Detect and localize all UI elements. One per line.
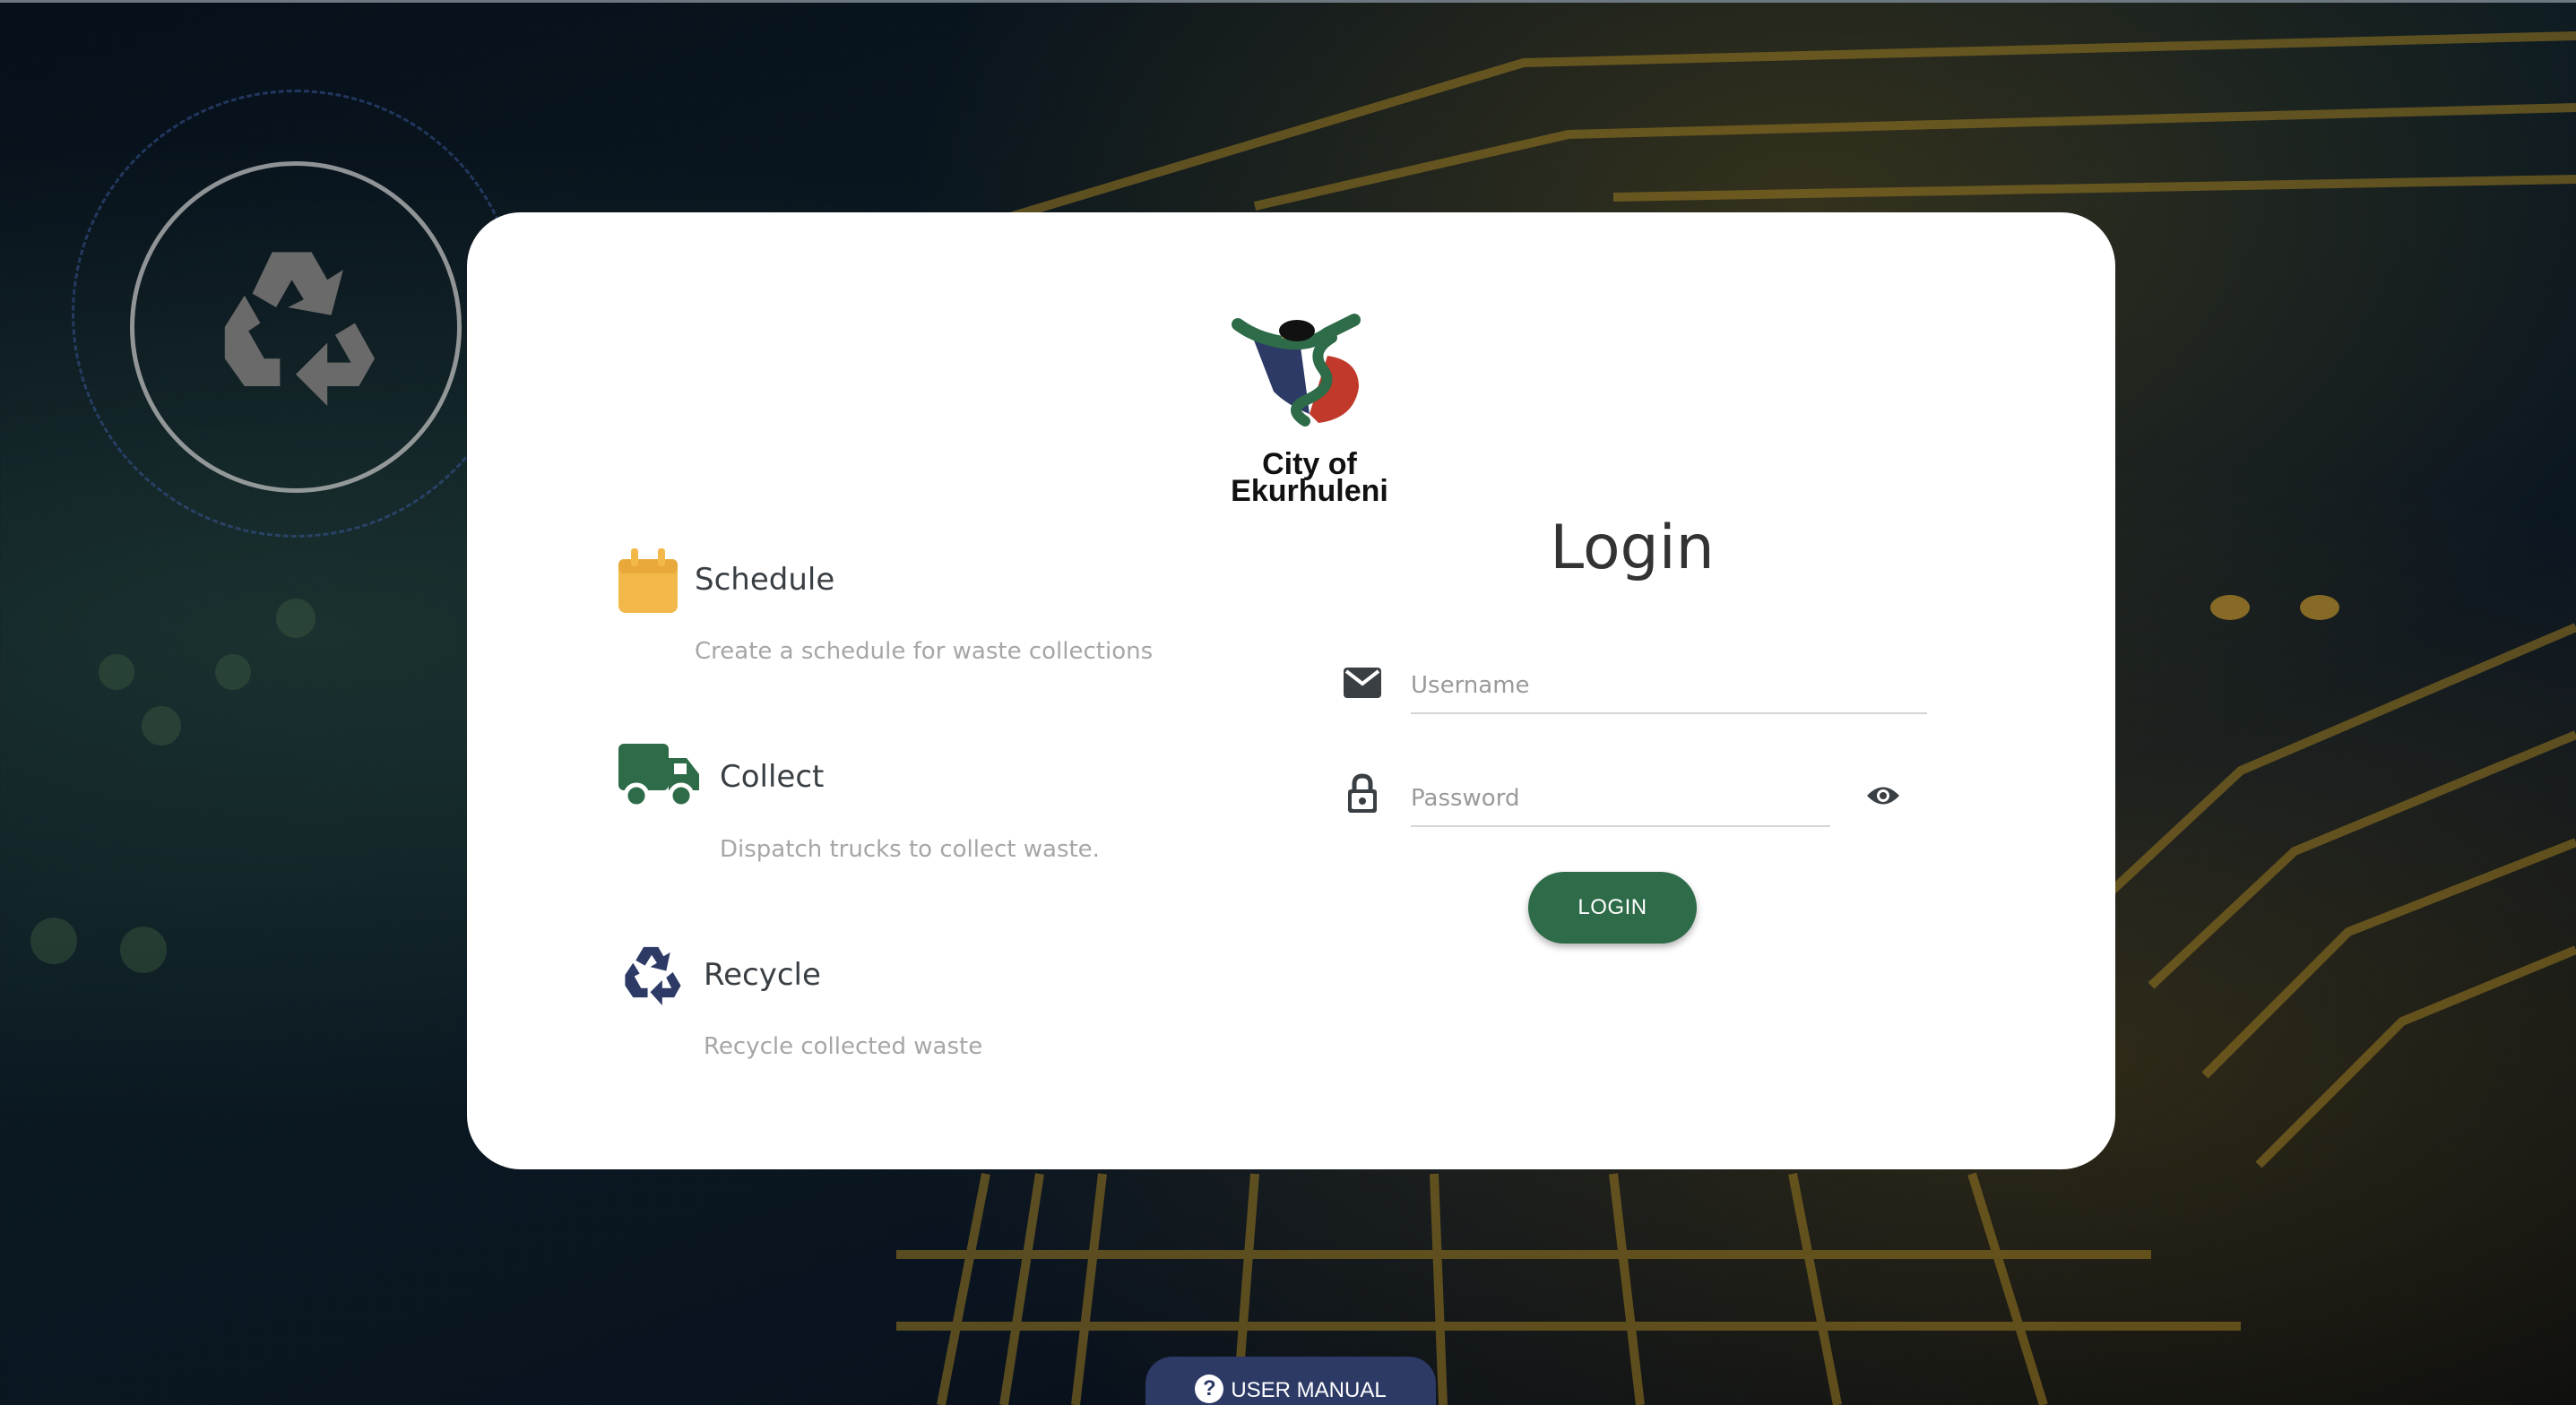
lock-icon: [1348, 773, 1377, 813]
feature-desc-recycle: Recycle collected waste: [704, 1033, 983, 1060]
login-card: City of Ekurhuleni Schedule Create a sch…: [467, 212, 2115, 1169]
password-input[interactable]: [1411, 780, 1830, 827]
city-logo-emblem: [1232, 314, 1361, 427]
feature-title-recycle: Recycle: [704, 957, 821, 993]
login-title: Login: [1550, 513, 1715, 583]
city-logo: City of Ekurhuleni: [1211, 271, 1408, 508]
feature-desc-schedule: Create a schedule for waste collections: [695, 638, 1154, 665]
logo-text-line2: Ekurhuleni: [1231, 474, 1388, 508]
user-manual-button[interactable]: ? USER MANUAL: [1145, 1357, 1436, 1405]
username-input[interactable]: [1411, 668, 1927, 714]
recycle-emblem-icon: [224, 252, 375, 406]
feature-title-schedule: Schedule: [695, 562, 835, 598]
calendar-icon: [618, 548, 678, 613]
mail-icon: [1344, 668, 1381, 698]
feature-title-collect: Collect: [720, 759, 825, 795]
feature-desc-collect: Dispatch trucks to collect waste.: [720, 836, 1100, 863]
recycle-emblem: [130, 161, 462, 493]
help-icon: ?: [1195, 1375, 1224, 1403]
truck-icon: [618, 744, 699, 809]
user-manual-label: USER MANUAL: [1231, 1378, 1387, 1402]
recycle-icon: [625, 946, 681, 1006]
eye-icon[interactable]: [1865, 784, 1901, 807]
login-button[interactable]: LOGIN: [1528, 872, 1697, 944]
